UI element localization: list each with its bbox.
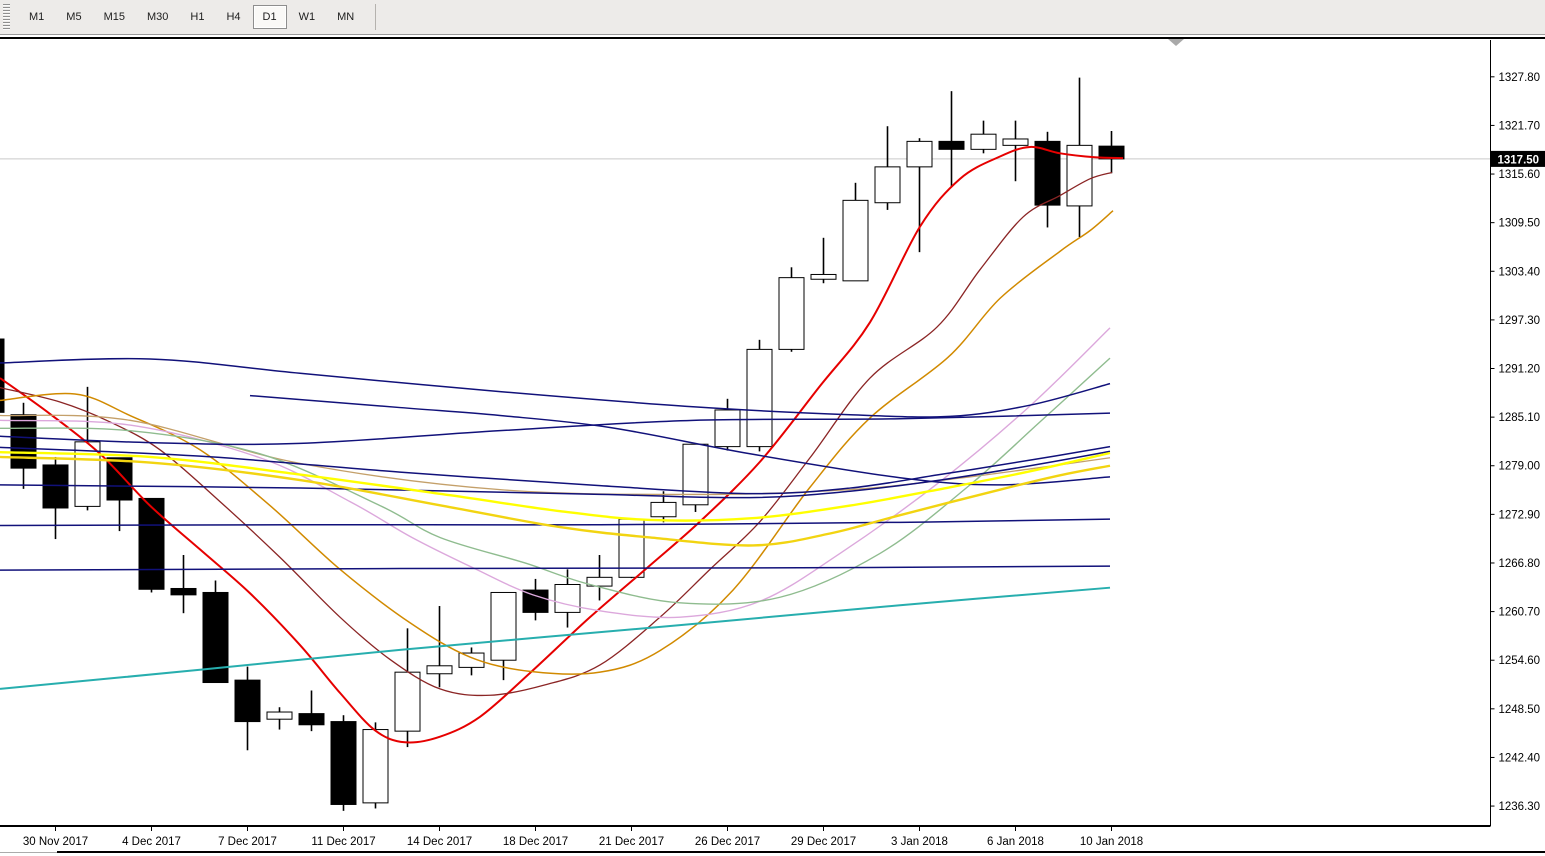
timeframe-button-m1[interactable]: M1 [19, 5, 54, 29]
toolbar-bottom-border [0, 37, 1545, 39]
price-axis-label: 1303.40 [1499, 266, 1541, 278]
date-axis-label: 14 Dec 2017 [407, 836, 472, 848]
bear-candle [0, 339, 4, 412]
date-axis-label: 4 Dec 2017 [122, 836, 181, 848]
timeframes-toolbar: M1M5M15M30H1H4D1W1MN [0, 0, 1545, 35]
bull-candle [491, 592, 516, 660]
price-axis-label: 1248.50 [1499, 704, 1541, 716]
candlestick-chart[interactable]: 1327.80 1321.70 1315.60 1309.50 1303.40 1297.… [0, 0, 1545, 856]
price-axis-label: 1285.10 [1499, 412, 1541, 424]
bull-candle [395, 672, 420, 731]
bear-candle [939, 141, 964, 149]
bull-candle [715, 410, 740, 447]
bull-candle [363, 730, 388, 803]
toolbar-separator [375, 4, 376, 30]
timeframe-button-w1[interactable]: W1 [289, 5, 326, 29]
ma-navy-long [0, 359, 1110, 417]
timeframe-button-mn[interactable]: MN [327, 5, 364, 29]
date-axis-label: 29 Dec 2017 [791, 836, 856, 848]
price-axis-label: 1236.30 [1499, 801, 1541, 813]
toolbar-drag-handle[interactable] [3, 4, 10, 30]
date-axis-label: 6 Jan 2018 [987, 836, 1044, 848]
bear-candle [331, 722, 356, 805]
bottom-window-edge-gray [0, 852, 57, 853]
date-axis-label: 10 Jan 2018 [1080, 836, 1143, 848]
price-axis-label: 1309.50 [1499, 218, 1541, 230]
date-axis-label: 26 Dec 2017 [695, 836, 760, 848]
scroll-position-marker[interactable] [1168, 39, 1184, 46]
price-axis-label: 1272.90 [1499, 509, 1541, 521]
price-axis-label: 1260.70 [1499, 607, 1541, 619]
date-axis-label: 18 Dec 2017 [503, 836, 568, 848]
bottom-window-edge-black [57, 851, 1545, 853]
price-axis-label: 1291.20 [1499, 364, 1541, 376]
price-axis-label: 1242.40 [1499, 752, 1541, 764]
bear-candle [43, 465, 68, 508]
ma-yellow-gold [0, 457, 1110, 546]
date-axis-label: 21 Dec 2017 [599, 836, 664, 848]
price-axis-label: 1254.60 [1499, 655, 1541, 667]
bear-candle [235, 680, 260, 721]
bull-candle [843, 200, 868, 280]
bear-candle [299, 714, 324, 725]
timeframe-button-m5[interactable]: M5 [56, 5, 91, 29]
date-axis-label: 3 Jan 2018 [891, 836, 948, 848]
price-axis-label: 1266.80 [1499, 558, 1541, 570]
bull-candle [267, 712, 292, 719]
bear-candle [11, 415, 36, 468]
bull-candle [907, 141, 932, 167]
current-price-tag-text: 1317.50 [1498, 154, 1540, 166]
price-axis-label: 1315.60 [1499, 169, 1541, 181]
timeframe-button-h1[interactable]: H1 [180, 5, 214, 29]
ma-maroon [0, 172, 1112, 695]
bull-candle [811, 274, 836, 279]
timeframe-button-d1[interactable]: D1 [253, 5, 287, 29]
price-axis-label: 1279.00 [1499, 461, 1541, 473]
date-axis-label: 11 Dec 2017 [311, 836, 375, 848]
bull-candle [555, 584, 580, 612]
timeframe-button-m15[interactable]: M15 [94, 5, 135, 29]
bull-candle [971, 134, 996, 149]
timeframe-button-m30[interactable]: M30 [137, 5, 178, 29]
mt4-chart-window: M1M5M15M30H1H4D1W1MN 1327.80 1321.70 1315.… [0, 0, 1545, 856]
bear-candle [523, 590, 548, 612]
bear-candle [171, 588, 196, 594]
date-axis-label: 7 Dec 2017 [218, 836, 277, 848]
price-axis-label: 1297.30 [1499, 315, 1541, 327]
ma-navy-5 [250, 396, 1110, 485]
price-axis-label: 1327.80 [1499, 72, 1541, 84]
bull-candle [427, 666, 452, 674]
timeframe-button-h4[interactable]: H4 [216, 5, 250, 29]
price-axis-label: 1321.70 [1499, 120, 1541, 132]
bull-candle [875, 167, 900, 203]
bull-candle [1003, 139, 1028, 145]
bull-candle [779, 278, 804, 350]
ma-red-fast [0, 147, 1123, 743]
bull-candle [651, 502, 676, 516]
date-axis-label: 30 Nov 2017 [23, 836, 88, 848]
bull-candle [747, 349, 772, 446]
bear-candle [139, 498, 164, 589]
ma-navy-flat-lower [0, 566, 1110, 570]
timeframe-buttons: M1M5M15M30H1H4D1W1MN [18, 5, 365, 29]
bull-candle [683, 444, 708, 505]
